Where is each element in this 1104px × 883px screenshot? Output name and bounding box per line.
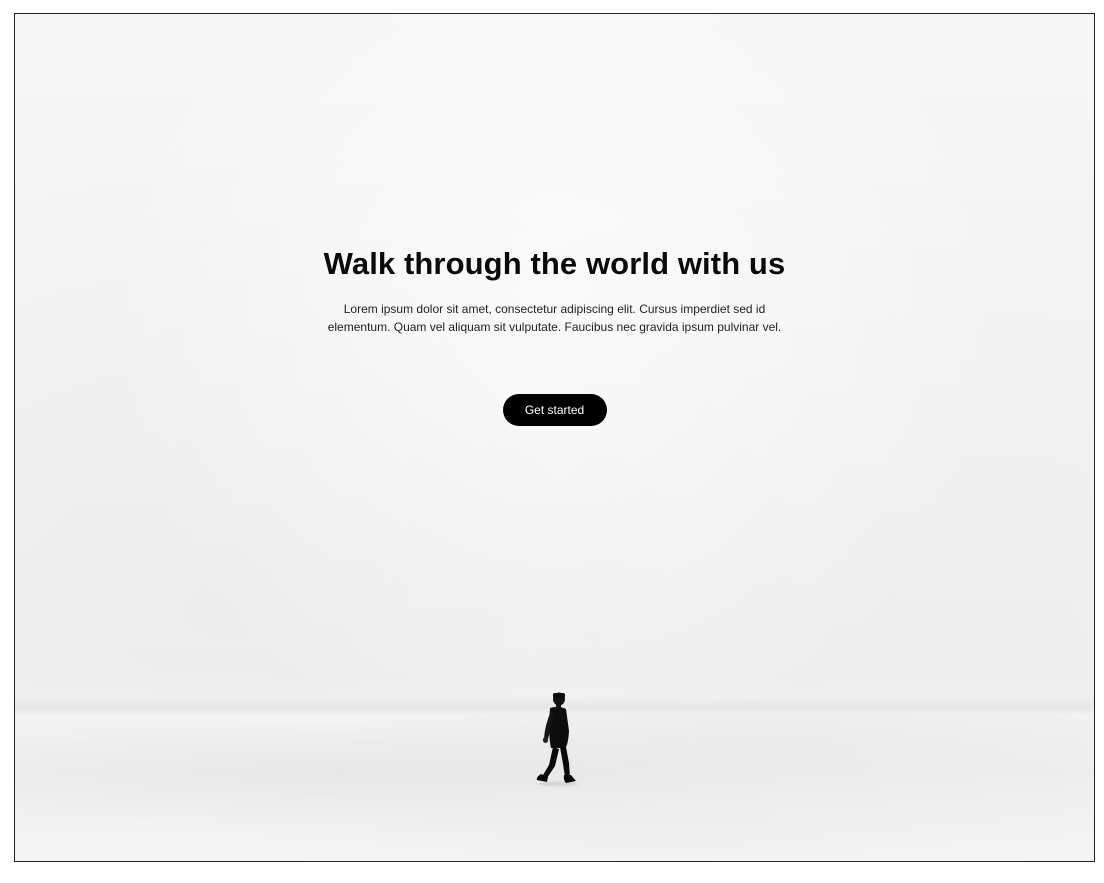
hero-section: Walk through the world with us Lorem ips…: [14, 13, 1095, 862]
hero-description: Lorem ipsum dolor sit amet, consectetur …: [327, 302, 782, 334]
walking-person-illustration: [536, 692, 578, 787]
get-started-button[interactable]: Get started: [502, 394, 607, 426]
hero-content: Walk through the world with us Lorem ips…: [15, 244, 1094, 426]
hero-title: Walk through the world with us: [323, 246, 786, 281]
